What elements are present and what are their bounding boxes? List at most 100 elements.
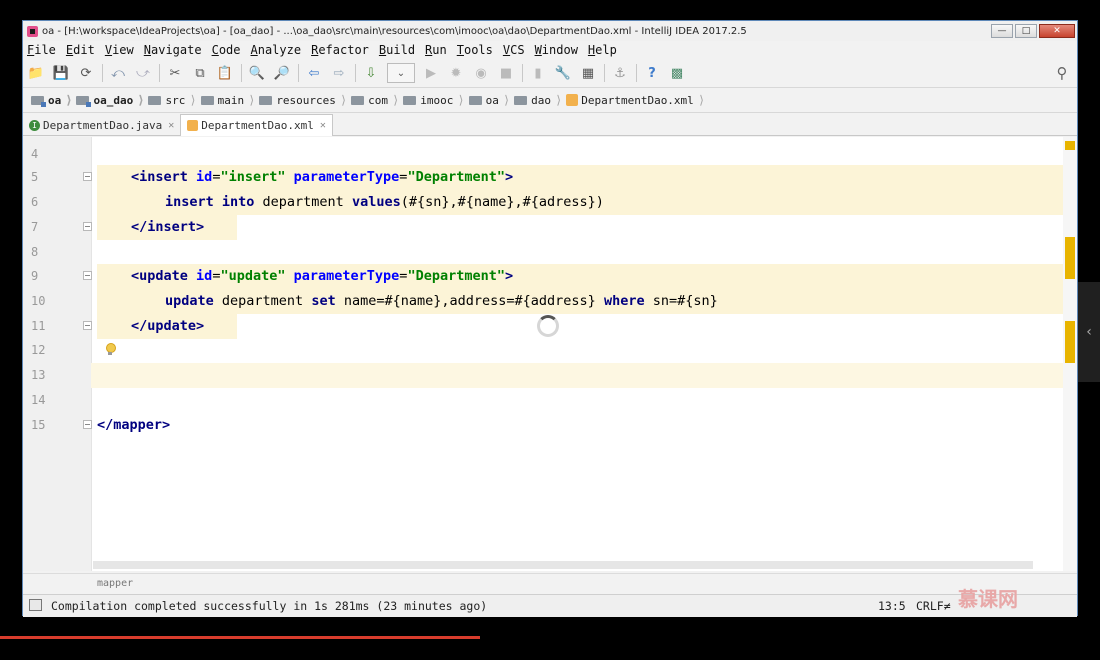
undo-icon[interactable]: ⤺	[109, 64, 127, 82]
settings-icon[interactable]: 🔧	[554, 64, 572, 82]
menu-build[interactable]: Build	[379, 43, 415, 57]
breadcrumb: oa ⟩ oa_dao ⟩ src ⟩ main ⟩ resources ⟩ com ⟩ i…	[23, 88, 1077, 113]
breadcrumb-item-imooc[interactable]: imooc ⟩	[403, 93, 465, 107]
redo-icon[interactable]: ⤻	[134, 64, 152, 82]
menu-refactor[interactable]: Refactor	[311, 43, 369, 57]
paste-icon[interactable]: 📋	[216, 64, 234, 82]
open-folder-icon[interactable]: 📁	[27, 64, 45, 82]
stop-icon[interactable]: ■	[497, 64, 515, 82]
breadcrumb-item-resources[interactable]: resources ⟩	[259, 93, 347, 107]
copy-icon[interactable]: ⧉	[191, 64, 209, 82]
breadcrumb-item-oa[interactable]: oa ⟩	[31, 93, 72, 107]
search-everywhere-icon[interactable]: ⚲	[1053, 64, 1071, 82]
run-icon[interactable]: ▶	[422, 64, 440, 82]
build-project-icon[interactable]: ⇩	[362, 64, 380, 82]
sql-text: department	[254, 194, 352, 210]
menu-edit[interactable]: Edit	[66, 43, 95, 57]
module-folder-icon	[76, 95, 92, 107]
line-separator[interactable]: CRLF≠	[916, 599, 951, 613]
tool-window-toggle-icon[interactable]	[29, 599, 42, 611]
xml-attr: parameterType	[293, 268, 400, 284]
menu-navigate[interactable]: Navigate	[144, 43, 202, 57]
maximize-button[interactable]: □	[1015, 24, 1037, 38]
coverage-icon[interactable]: ◉	[472, 64, 490, 82]
breadcrumb-item-oa-dao[interactable]: oa_dao ⟩	[76, 93, 144, 107]
xml-breadcrumb-bar: mapper	[23, 573, 1077, 594]
breadcrumb-item-departmentdao-xml[interactable]: DepartmentDao.xml ⟩	[566, 93, 705, 107]
tab-departmentdao-java[interactable]: I DepartmentDao.java ✕	[23, 115, 180, 135]
code-line: 4	[23, 142, 1077, 167]
debug-icon[interactable]: ✹	[447, 64, 465, 82]
close-tab-icon[interactable]: ✕	[168, 120, 174, 131]
menu-file[interactable]: File	[27, 43, 56, 57]
line-number: 7	[31, 220, 39, 234]
breadcrumb-item-src[interactable]: src ⟩	[148, 93, 197, 107]
menu-help[interactable]: Help	[588, 43, 617, 57]
folder-icon	[351, 95, 365, 105]
video-progress-bar[interactable]	[0, 636, 480, 639]
fold-marker-icon[interactable]	[83, 420, 92, 429]
code-line: 15 </mapper>	[23, 413, 1077, 438]
run-config-dropdown[interactable]: ⌄	[387, 63, 415, 83]
line-number: 6	[31, 195, 39, 209]
save-icon[interactable]: 💾	[52, 64, 70, 82]
code-line: 7 </insert>	[23, 215, 1077, 240]
fold-marker-icon[interactable]	[83, 222, 92, 231]
horizontal-scrollbar[interactable]	[93, 561, 1033, 569]
tab-departmentdao-xml[interactable]: DepartmentDao.xml ✕	[180, 114, 333, 136]
forward-icon[interactable]: ⇨	[330, 64, 348, 82]
fold-marker-icon[interactable]	[83, 321, 92, 330]
status-message[interactable]: Compilation completed successfully in 1s…	[51, 599, 487, 613]
fold-marker-icon[interactable]	[83, 172, 92, 181]
menu-vcs[interactable]: VCS	[503, 43, 525, 57]
menu-view[interactable]: View	[105, 43, 134, 57]
inspection-status-icon[interactable]	[1065, 141, 1075, 150]
toolbar-divider	[604, 64, 605, 82]
code-line: 10 update department set name=#{name},ad…	[23, 289, 1077, 314]
breadcrumb-item-com[interactable]: com ⟩	[351, 93, 399, 107]
help-icon[interactable]: ?	[643, 64, 661, 82]
menu-run[interactable]: Run	[425, 43, 447, 57]
side-collapse-tab[interactable]: ‹	[1078, 282, 1100, 382]
sync-icon[interactable]: ⟳	[77, 64, 95, 82]
close-button[interactable]: ✕	[1039, 24, 1075, 38]
folder-icon	[259, 95, 273, 105]
menu-window[interactable]: Window	[535, 43, 578, 57]
breadcrumb-item-dao[interactable]: dao ⟩	[514, 93, 562, 107]
error-stripe[interactable]	[1063, 137, 1077, 571]
toolbar-divider	[522, 64, 523, 82]
fold-marker-icon[interactable]	[83, 271, 92, 280]
find-icon[interactable]: 🔍	[248, 64, 266, 82]
xml-value: "Department"	[407, 169, 505, 185]
xml-tag: <insert	[131, 169, 188, 185]
highlight-marker[interactable]	[1065, 321, 1075, 363]
close-tab-icon[interactable]: ✕	[320, 120, 326, 131]
replace-icon[interactable]: 🔎	[273, 64, 291, 82]
sdk-icon[interactable]: ⚓	[611, 64, 629, 82]
lightbulb-icon[interactable]	[105, 343, 116, 356]
vcs-icon[interactable]: ▩	[668, 64, 686, 82]
code-line: 14	[23, 388, 1077, 413]
xml-value: "insert"	[220, 169, 286, 185]
menu-tools[interactable]: Tools	[457, 43, 493, 57]
cut-icon[interactable]: ✂	[166, 64, 184, 82]
sql-keyword: insert into	[165, 194, 255, 210]
module-folder-icon	[31, 95, 46, 107]
folder-icon	[468, 95, 482, 105]
xml-file-icon	[566, 94, 579, 106]
code-editor[interactable]: 4 5 <insert id="insert" parameterType="D…	[23, 137, 1077, 571]
caret-position[interactable]: 13:5	[878, 599, 906, 613]
toolbar-divider	[636, 64, 637, 82]
attach-debugger-icon[interactable]: ▮	[529, 64, 547, 82]
sql-keyword: values	[351, 194, 401, 210]
breadcrumb-item-main[interactable]: main ⟩	[200, 93, 255, 107]
menu-code[interactable]: Code	[212, 43, 241, 57]
minimize-button[interactable]: —	[991, 24, 1013, 38]
project-structure-icon[interactable]: ▦	[579, 64, 597, 82]
menu-analyze[interactable]: Analyze	[251, 43, 302, 57]
highlight-marker[interactable]	[1065, 237, 1075, 279]
xml-breadcrumb-mapper[interactable]: mapper	[97, 578, 133, 589]
breadcrumb-item-oa-package[interactable]: oa ⟩	[468, 93, 510, 107]
line-number: 13	[31, 368, 46, 382]
back-icon[interactable]: ⇦	[305, 64, 323, 82]
